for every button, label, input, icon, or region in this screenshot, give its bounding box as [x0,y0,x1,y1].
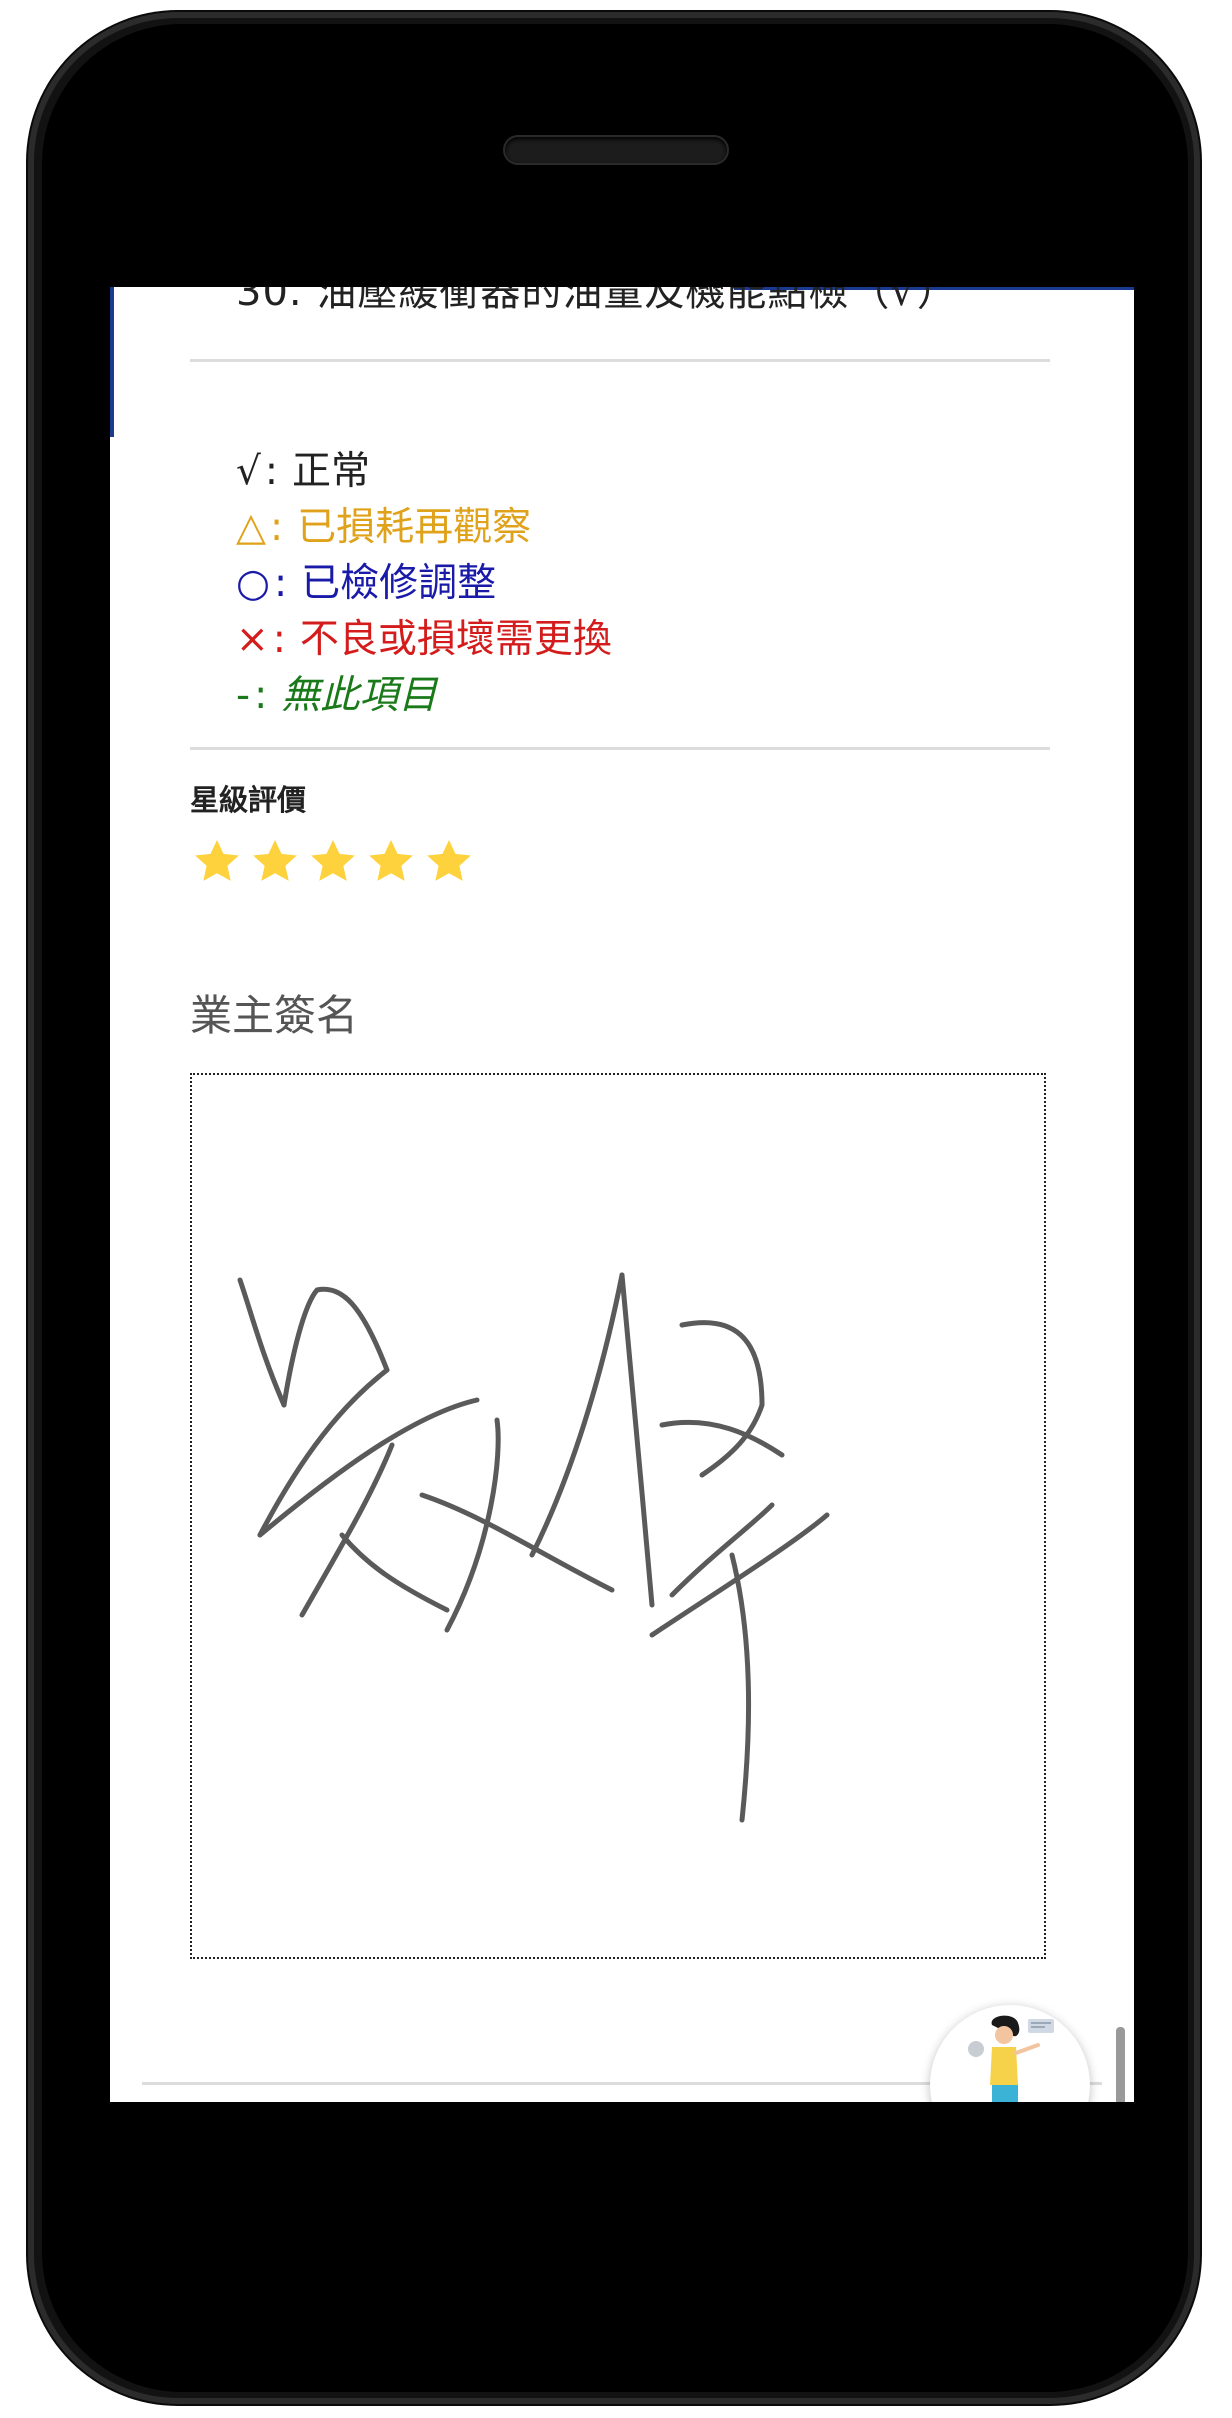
star-icon[interactable] [364,835,418,889]
legend-symbol: - [236,673,251,718]
legend-label: 已損耗再觀察 [297,505,532,550]
legend-label: 無此項目 [281,673,438,718]
legend-colon: : [272,617,286,662]
earpiece-speaker [505,137,727,163]
legend-label: 不良或損壞需更換 [299,617,612,662]
legend-row-na: -: 無此項目 [236,668,612,724]
status-legend: √: 正常 △: 已損耗再觀察 ○: 已檢修調整 ×: 不良或損壞需更換 -: 無此項目 [236,444,612,724]
star-rating[interactable] [190,835,476,889]
legend-colon: : [270,505,284,550]
star-icon[interactable] [248,835,302,889]
legend-label: 正常 [292,449,371,494]
rating-label: 星級評價 [190,783,307,817]
assistant-avatar-icon [968,2015,1054,2102]
star-icon[interactable] [306,835,360,889]
legend-row-normal: √: 正常 [236,444,612,500]
divider [190,747,1050,750]
divider [190,359,1050,362]
legend-symbol: △ [236,505,266,550]
header-accent-left [110,287,114,437]
inspection-item-title: 30. 油壓緩衝器的油量及機能點檢（√） [236,287,958,315]
star-icon[interactable] [190,835,244,889]
scrollbar-thumb[interactable] [1116,2027,1125,2102]
signature-drawing [237,1272,830,1823]
legend-symbol: ○ [236,561,271,606]
star-icon[interactable] [422,835,476,889]
legend-symbol: √ [236,449,261,494]
legend-colon: : [254,673,268,718]
legend-label: 已檢修調整 [301,561,497,606]
app-screen: 30. 油壓緩衝器的油量及機能點檢（√） √: 正常 △: 已損耗再觀察 ○: 已檢修… [110,287,1134,2102]
legend-row-worn: △: 已損耗再觀察 [236,500,612,556]
legend-row-replace: ×: 不良或損壞需更換 [236,612,612,668]
legend-colon: : [264,449,278,494]
signature-label: 業主簽名 [190,991,359,1040]
legend-colon: : [274,561,288,606]
assistant-fab-button[interactable] [930,2005,1090,2102]
legend-symbol: × [236,617,269,662]
signature-pad[interactable] [190,1073,1046,1959]
legend-row-adjusted: ○: 已檢修調整 [236,556,612,612]
